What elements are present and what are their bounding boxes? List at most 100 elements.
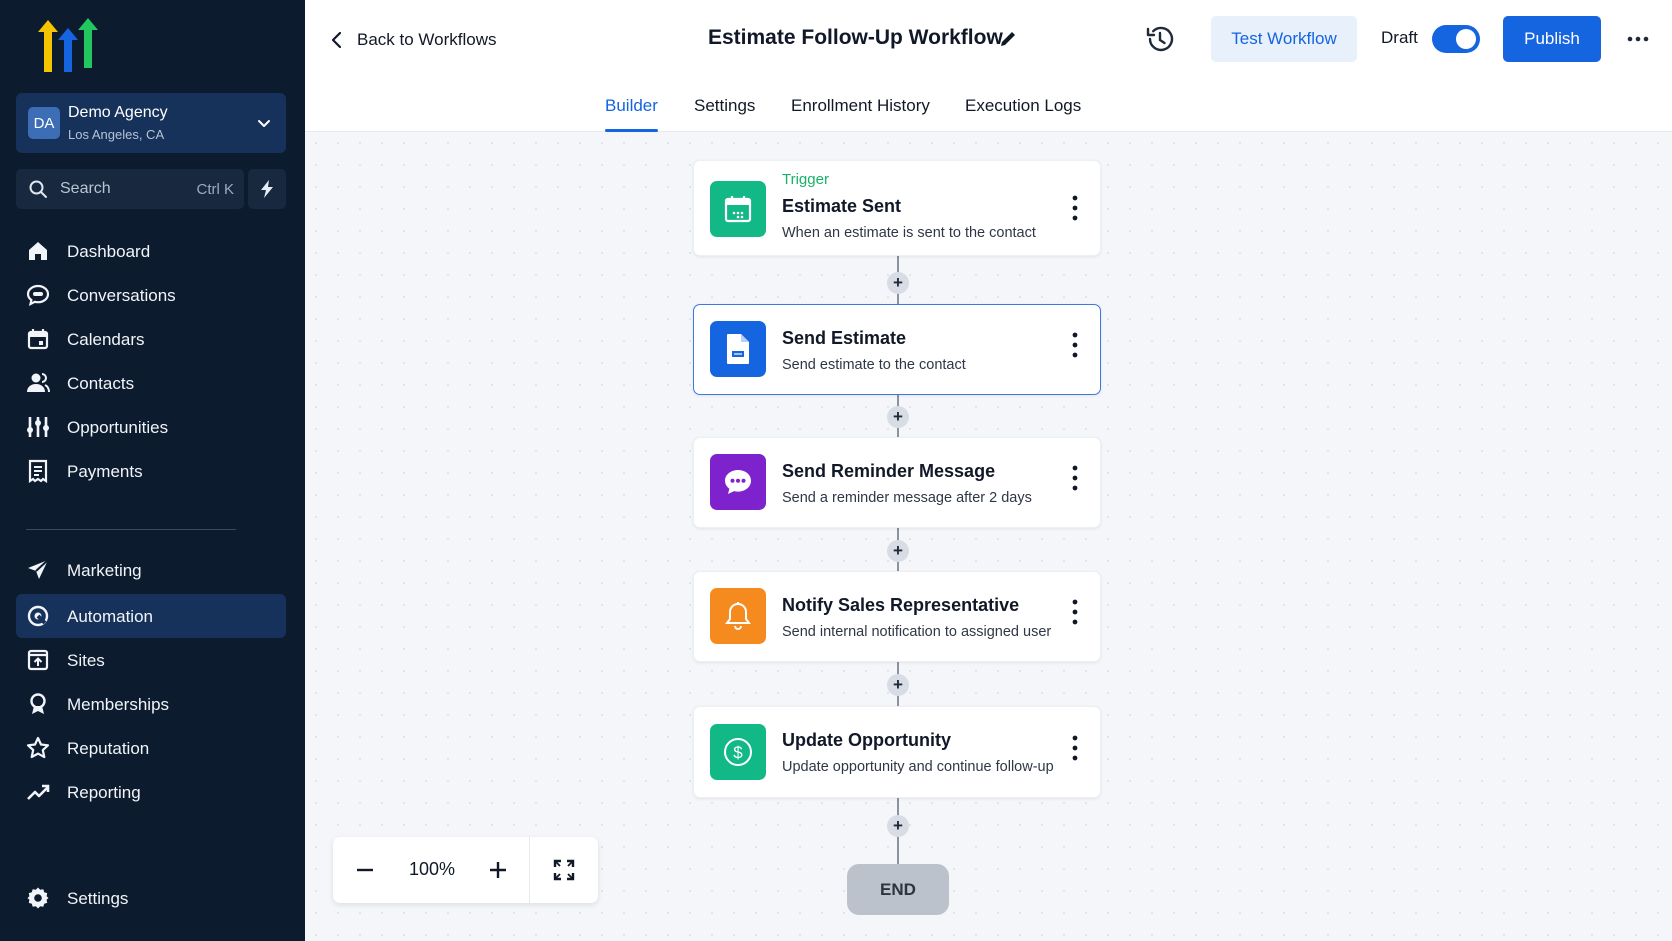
sidebar-item-label: Dashboard <box>67 242 151 261</box>
back-to-workflows-link[interactable]: Back to Workflows <box>327 25 497 55</box>
step-title: Send Reminder Message <box>782 461 996 481</box>
step-icon-tile: $ <box>710 724 766 780</box>
minus-icon <box>357 868 373 872</box>
star-icon <box>26 736 50 759</box>
sidebar-item-label: Reporting <box>67 783 141 802</box>
top-bar: Back to Workflows Estimate Follow-Up Wor… <box>305 0 1672 80</box>
step-menu-icon[interactable] <box>1072 465 1078 491</box>
step-menu-icon[interactable] <box>1072 735 1078 761</box>
fit-to-screen-button[interactable] <box>530 837 598 903</box>
sidebar-item-memberships[interactable]: Memberships <box>16 682 286 726</box>
sidebar: DA Demo Agency Los Angeles, CA Search Ct… <box>0 0 305 941</box>
calendar-icon <box>724 196 752 223</box>
sidebar-item-label: Settings <box>67 889 129 908</box>
quick-actions-button[interactable] <box>248 169 286 209</box>
test-workflow-button[interactable]: Test Workflow <box>1211 16 1357 62</box>
edit-title-pencil-icon[interactable] <box>998 29 1018 49</box>
publish-button[interactable]: Publish <box>1503 16 1601 62</box>
tab-settings[interactable]: Settings <box>694 96 755 132</box>
sidebar-item-payments[interactable]: Payments <box>16 449 286 493</box>
sidebar-item-label: Marketing <box>67 561 142 580</box>
search-input[interactable]: Search Ctrl K <box>16 169 244 209</box>
sidebar-item-marketing[interactable]: Marketing <box>16 548 286 592</box>
trend-icon <box>27 784 50 800</box>
agency-switcher[interactable]: DA Demo Agency Los Angeles, CA <box>16 93 286 153</box>
add-step-button[interactable]: + <box>887 674 909 696</box>
chevron-left-icon <box>331 31 342 49</box>
step-card-send-estimate[interactable]: Send Estimate Send estimate to the conta… <box>693 304 1101 395</box>
more-options-icon[interactable] <box>1625 27 1651 51</box>
plus-icon <box>490 862 506 878</box>
sidebar-item-label: Calendars <box>67 330 145 349</box>
step-menu-icon[interactable] <box>1072 599 1078 625</box>
sidebar-item-reporting[interactable]: Reporting <box>16 770 286 814</box>
step-menu-icon[interactable] <box>1072 195 1078 221</box>
sidebar-item-label: Payments <box>67 462 143 481</box>
history-icon[interactable] <box>1144 23 1176 55</box>
sites-icon <box>27 649 49 671</box>
agency-name: Demo Agency <box>68 104 168 121</box>
step-icon-tile <box>710 588 766 644</box>
step-icon-tile <box>710 181 766 237</box>
zoom-in-button[interactable] <box>467 837 529 903</box>
step-card-send-reminder[interactable]: Send Reminder Message Send a reminder me… <box>693 437 1101 528</box>
sidebar-item-calendars[interactable]: Calendars <box>16 317 286 361</box>
automation-icon <box>27 605 49 627</box>
sidebar-item-settings[interactable]: Settings <box>16 876 286 920</box>
draft-toggle[interactable] <box>1432 25 1480 53</box>
sidebar-item-label: Automation <box>67 607 153 626</box>
bell-icon <box>725 602 751 630</box>
sidebar-item-contacts[interactable]: Contacts <box>16 361 286 405</box>
sidebar-item-sites[interactable]: Sites <box>16 638 286 682</box>
tab-execution-logs[interactable]: Execution Logs <box>965 96 1081 132</box>
step-description: Send estimate to the contact <box>782 357 966 373</box>
opportunities-icon <box>27 417 49 437</box>
gear-icon <box>27 887 49 909</box>
step-menu-icon[interactable] <box>1072 332 1078 358</box>
trigger-card[interactable]: Trigger Estimate Sent When an estimate i… <box>693 160 1101 256</box>
agency-location: Los Angeles, CA <box>68 127 165 142</box>
step-description: Send internal notification to assigned u… <box>782 624 1052 640</box>
document-icon <box>727 334 749 364</box>
sidebar-item-dashboard[interactable]: Dashboard <box>16 229 286 273</box>
message-icon <box>725 470 751 494</box>
tab-enrollment-history[interactable]: Enrollment History <box>791 96 930 132</box>
draft-label: Draft <box>1381 28 1418 47</box>
sidebar-item-opportunities[interactable]: Opportunities <box>16 405 286 449</box>
workflow-tabs: Builder Settings Enrollment History Exec… <box>305 80 1672 132</box>
contacts-icon <box>27 373 50 393</box>
app-logo[interactable] <box>36 18 100 74</box>
dollar-icon: $ <box>724 738 752 766</box>
badge-icon <box>30 693 46 714</box>
svg-text:$: $ <box>733 743 743 762</box>
sidebar-item-label: Contacts <box>67 374 135 393</box>
workflow-canvas[interactable]: Trigger Estimate Sent When an estimate i… <box>305 132 1672 941</box>
end-node[interactable]: END <box>847 864 949 915</box>
step-card-update-opportunity[interactable]: $ Update Opportunity Update opportunity … <box>693 706 1101 798</box>
chat-icon <box>26 284 50 307</box>
step-icon-tile <box>710 321 766 377</box>
step-description: Send a reminder message after 2 days <box>782 490 1032 506</box>
sidebar-item-label: Sites <box>67 651 105 670</box>
sidebar-item-reputation[interactable]: Reputation <box>16 726 286 770</box>
sidebar-item-label: Memberships <box>67 695 170 714</box>
workflow-title: Estimate Follow-Up Workflow <box>708 26 1003 49</box>
step-title: Send Estimate <box>782 328 907 348</box>
zoom-controls: 100% <box>333 837 598 903</box>
chevron-down-icon <box>258 120 270 127</box>
tab-builder[interactable]: Builder <box>605 96 658 132</box>
agency-avatar: DA <box>28 107 60 139</box>
step-title: Notify Sales Representative <box>782 595 1020 615</box>
step-card-notify-sales[interactable]: Notify Sales Representative Send interna… <box>693 571 1101 662</box>
add-step-button[interactable]: + <box>887 272 909 294</box>
search-icon <box>29 180 47 198</box>
sidebar-item-conversations[interactable]: Conversations <box>16 273 286 317</box>
zoom-out-button[interactable] <box>333 837 397 903</box>
sidebar-item-automation[interactable]: Automation <box>16 594 286 638</box>
lightning-icon <box>261 180 273 198</box>
add-step-button[interactable]: + <box>887 815 909 837</box>
add-step-button[interactable]: + <box>887 540 909 562</box>
sidebar-item-label: Conversations <box>67 286 176 305</box>
add-step-button[interactable]: + <box>887 406 909 428</box>
sidebar-item-label: Opportunities <box>67 418 169 437</box>
